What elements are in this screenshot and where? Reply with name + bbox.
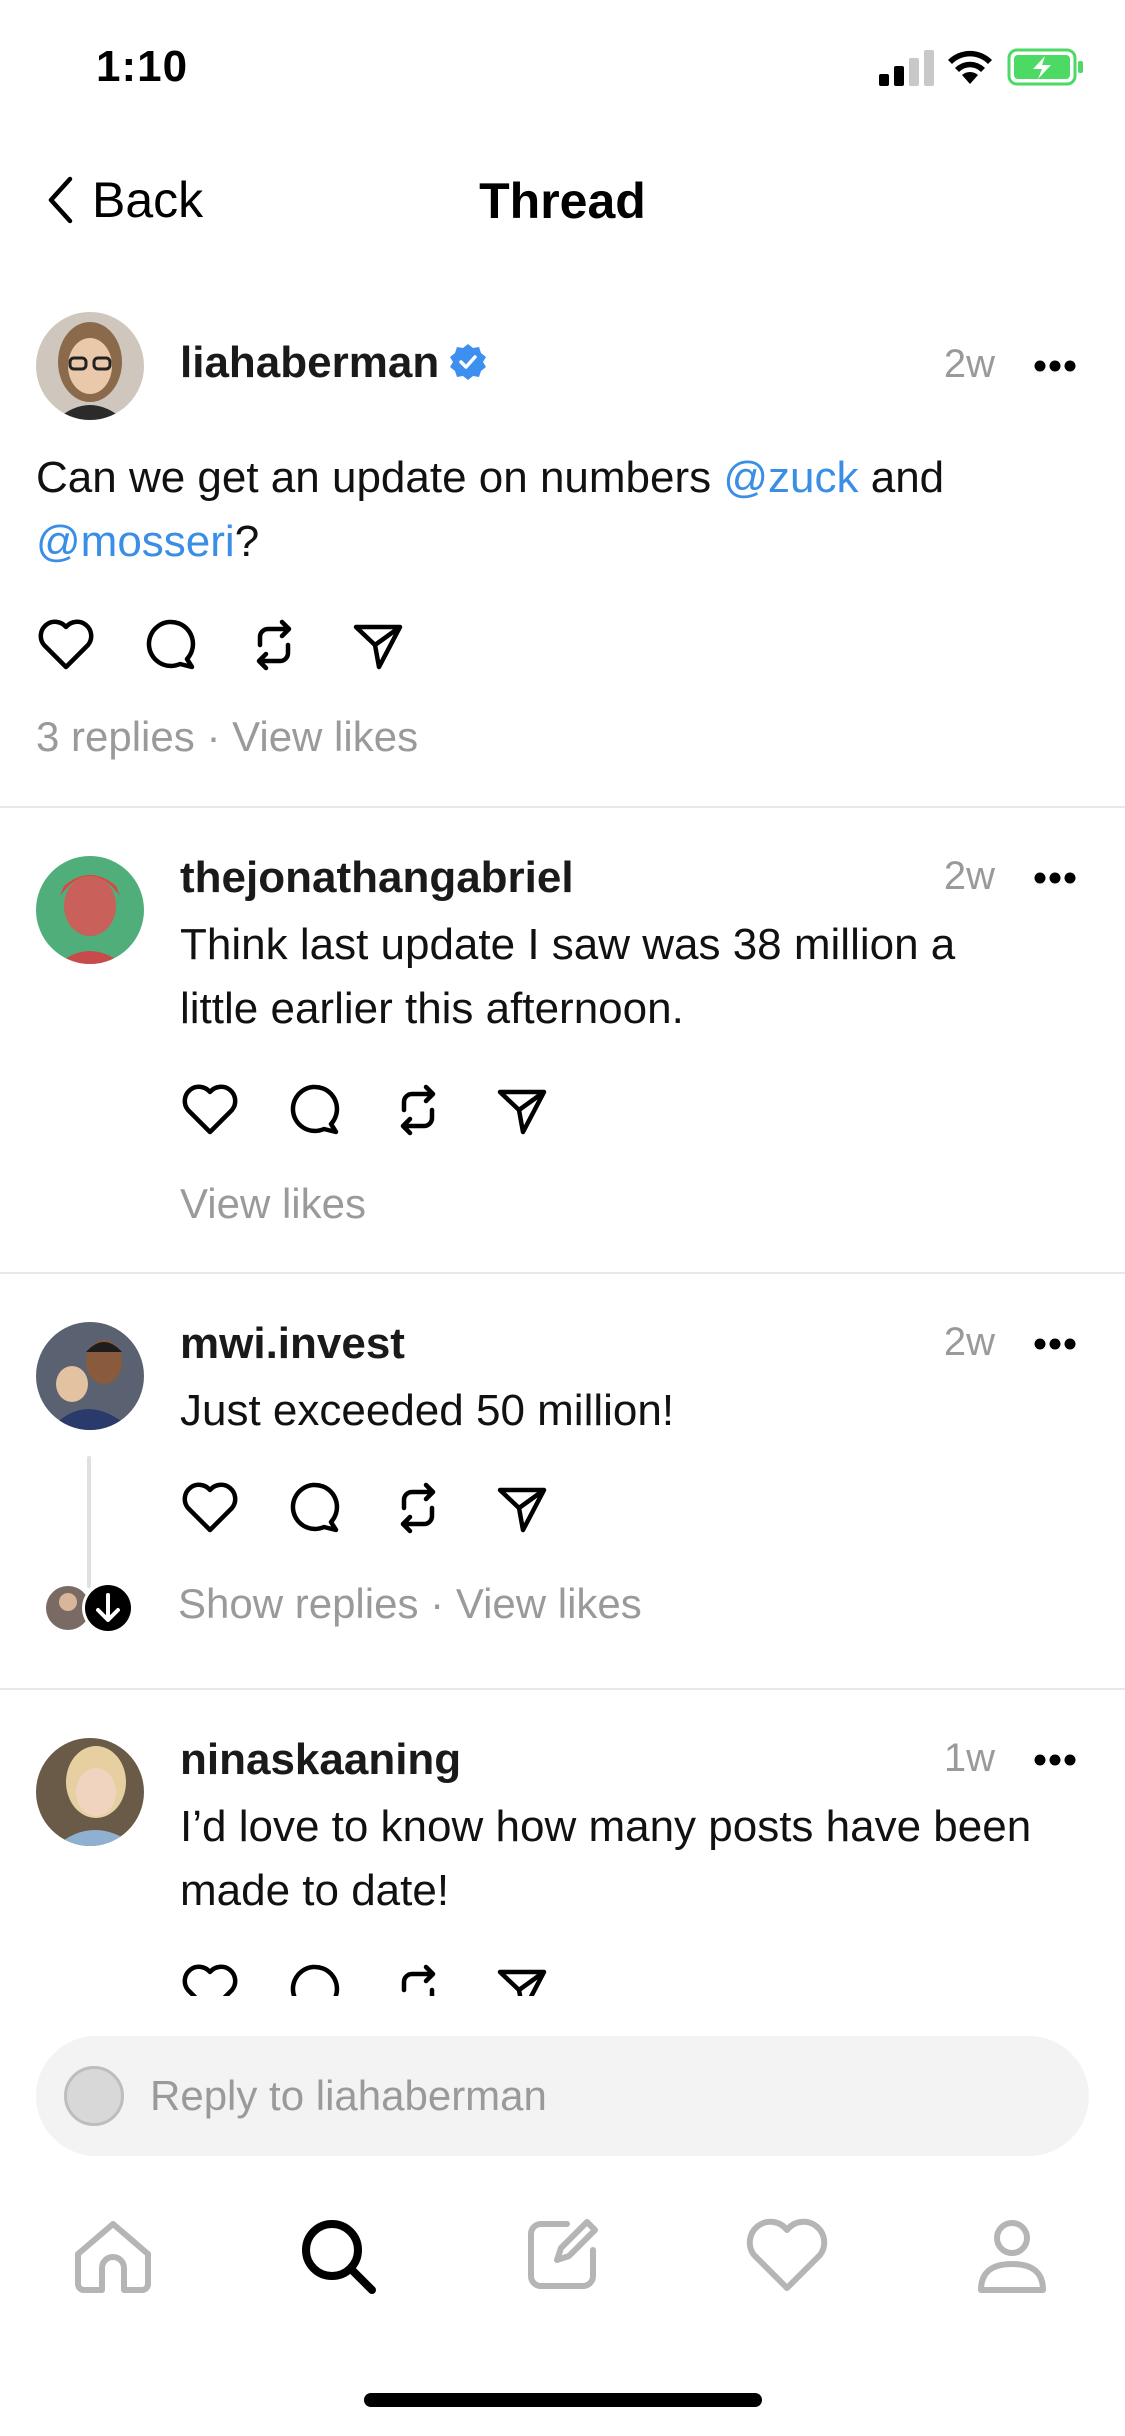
action-bar bbox=[180, 1478, 552, 1538]
username-text: liahaberman bbox=[180, 338, 440, 387]
repost-icon[interactable] bbox=[244, 615, 304, 675]
username[interactable]: ninaskaaning bbox=[180, 1735, 461, 1785]
comment-icon[interactable] bbox=[284, 1080, 344, 1140]
post-text: Think last update I saw was 38 million a… bbox=[180, 920, 956, 1033]
action-bar bbox=[36, 615, 408, 675]
compose-icon[interactable] bbox=[517, 2210, 607, 2300]
battery-icon bbox=[1007, 48, 1083, 86]
main-post: liahaberman 2w Can we get an update on n… bbox=[0, 310, 1125, 806]
avatar[interactable] bbox=[36, 1738, 144, 1846]
more-options-icon[interactable] bbox=[1033, 1336, 1077, 1352]
tab-bar bbox=[0, 2210, 1125, 2320]
post-meta: Show replies · View likes bbox=[178, 1580, 642, 1628]
wifi-icon bbox=[948, 50, 992, 84]
reply-placeholder: Reply to liahaberman bbox=[150, 2072, 547, 2119]
avatar[interactable] bbox=[36, 312, 144, 420]
repost-icon[interactable] bbox=[388, 1960, 448, 1996]
action-bar bbox=[180, 1080, 552, 1140]
comment-icon[interactable] bbox=[140, 615, 200, 675]
home-icon[interactable] bbox=[68, 2210, 158, 2300]
avatar-image bbox=[36, 312, 144, 420]
post-text: I’d love to know how many posts have bee… bbox=[180, 1802, 1032, 1915]
action-bar bbox=[180, 1960, 552, 1996]
meta-separator: · bbox=[206, 713, 221, 760]
avatar-image bbox=[36, 1738, 144, 1846]
post-text: Can we get an update on numbers @zuck an… bbox=[36, 446, 1076, 574]
more-options-icon[interactable] bbox=[1033, 358, 1077, 374]
like-heart-icon[interactable] bbox=[180, 1960, 240, 1996]
timestamp: 2w bbox=[943, 1320, 995, 1364]
like-heart-icon[interactable] bbox=[180, 1478, 240, 1538]
reply-post: thejonathangabriel 2w Think last update … bbox=[0, 808, 1125, 1274]
like-heart-icon[interactable] bbox=[180, 1080, 240, 1140]
post-meta: 3 replies · View likes bbox=[36, 713, 418, 761]
thread-line bbox=[87, 1456, 91, 1588]
cellular-signal-icon bbox=[879, 50, 934, 86]
view-likes-link[interactable]: View likes bbox=[180, 1180, 366, 1227]
avatar-image bbox=[36, 856, 144, 964]
reply-input[interactable]: Reply to liahaberman bbox=[36, 2036, 1089, 2156]
post-meta: View likes bbox=[180, 1180, 366, 1228]
share-send-icon[interactable] bbox=[492, 1960, 552, 1996]
reply-avatar bbox=[64, 2066, 124, 2126]
share-send-icon[interactable] bbox=[492, 1080, 552, 1140]
more-options-icon[interactable] bbox=[1033, 870, 1077, 886]
activity-icon[interactable] bbox=[742, 2210, 832, 2300]
view-likes-link[interactable]: View likes bbox=[232, 713, 418, 760]
repost-icon[interactable] bbox=[388, 1080, 448, 1140]
search-icon[interactable] bbox=[292, 2210, 382, 2300]
home-indicator[interactable] bbox=[364, 2393, 762, 2407]
post-text-part: Can we get an update on numbers bbox=[36, 453, 724, 502]
status-bar: 1:10 bbox=[0, 0, 1125, 130]
post-text: Just exceeded 50 million! bbox=[180, 1386, 675, 1435]
profile-icon[interactable] bbox=[967, 2210, 1057, 2300]
post-text-part: ? bbox=[234, 517, 260, 566]
meta-separator: · bbox=[430, 1580, 445, 1627]
view-likes-link[interactable]: View likes bbox=[456, 1580, 642, 1627]
reply-avatars[interactable] bbox=[44, 1580, 140, 1636]
replies-count[interactable]: 3 replies bbox=[36, 713, 195, 760]
like-heart-icon[interactable] bbox=[36, 615, 96, 675]
show-replies-link[interactable]: Show replies bbox=[178, 1580, 418, 1627]
reply-avatar-stack-icon bbox=[46, 1582, 134, 1634]
more-options-icon[interactable] bbox=[1033, 1752, 1077, 1768]
reply-post: mwi.invest 2w Just exceeded 50 million! … bbox=[0, 1274, 1125, 1688]
status-time: 1:10 bbox=[96, 42, 189, 91]
share-send-icon[interactable] bbox=[348, 615, 408, 675]
username[interactable]: thejonathangabriel bbox=[180, 853, 574, 903]
avatar[interactable] bbox=[36, 856, 144, 964]
timestamp: 1w bbox=[943, 1736, 995, 1780]
nav-header: Back Thread bbox=[0, 150, 1125, 250]
reply-post: ninaskaaning 1w I’d love to know how man… bbox=[0, 1690, 1125, 1996]
repost-icon[interactable] bbox=[388, 1478, 448, 1538]
verified-badge-icon bbox=[450, 344, 487, 381]
post-text-part: and bbox=[858, 453, 945, 502]
page-title: Thread bbox=[479, 173, 646, 229]
mention-link[interactable]: @zuck bbox=[723, 453, 858, 502]
timestamp: 2w bbox=[943, 342, 995, 386]
username[interactable]: mwi.invest bbox=[180, 1319, 405, 1369]
comment-icon[interactable] bbox=[284, 1960, 344, 1996]
mention-link[interactable]: @mosseri bbox=[36, 517, 235, 566]
share-send-icon[interactable] bbox=[492, 1478, 552, 1538]
avatar-image bbox=[36, 1322, 144, 1430]
comment-icon[interactable] bbox=[284, 1478, 344, 1538]
avatar[interactable] bbox=[36, 1322, 144, 1430]
timestamp: 2w bbox=[943, 854, 995, 898]
username[interactable]: liahaberman bbox=[180, 338, 487, 388]
